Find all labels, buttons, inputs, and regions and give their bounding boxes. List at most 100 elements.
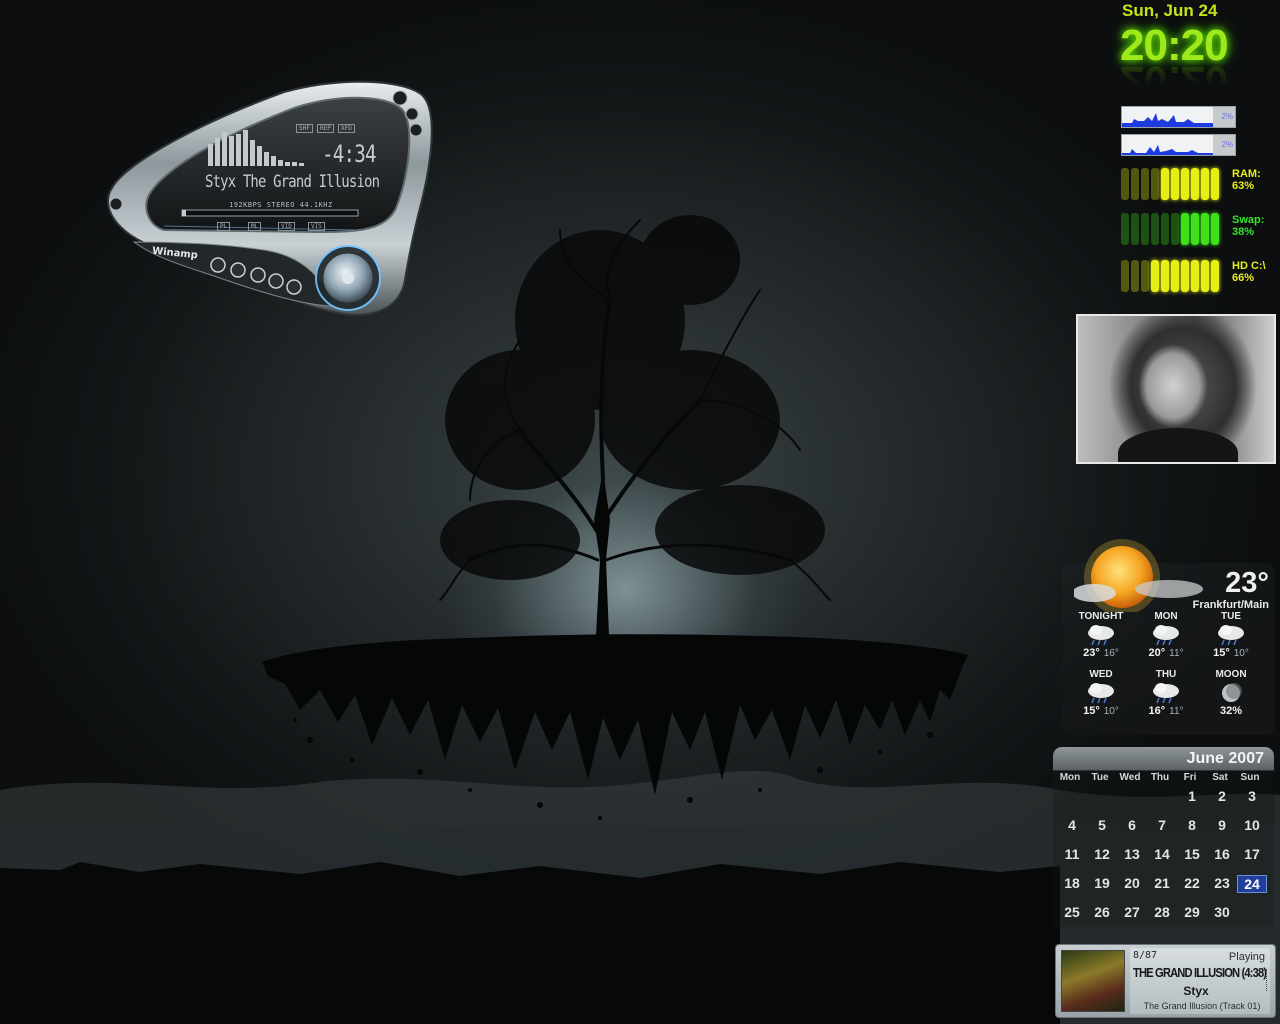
meter-segment — [1191, 213, 1199, 245]
calendar-day[interactable]: 11 — [1057, 846, 1087, 862]
cpu-percent-2: 2% — [1213, 135, 1235, 155]
weekday-header: Mon — [1059, 772, 1081, 783]
calendar-day[interactable]: 1 — [1177, 788, 1207, 804]
calendar-day[interactable]: 29 — [1177, 904, 1207, 920]
video-button[interactable]: VID — [278, 222, 295, 231]
volume-knob[interactable] — [323, 253, 373, 303]
meter-segment — [1141, 168, 1149, 200]
now-playing-widget[interactable]: 8/87 Playing THE GRAND ILLUSION (4:38) S… — [1055, 944, 1276, 1018]
calendar-day[interactable]: 8 — [1177, 817, 1207, 833]
visualizer-button[interactable]: VIS — [308, 222, 325, 231]
next-button[interactable] — [287, 280, 301, 294]
calendar-day[interactable]: 30 — [1207, 904, 1237, 920]
meter-segment — [1181, 213, 1189, 245]
now-playing-artist: Styx — [1183, 984, 1209, 998]
repeat-toggle[interactable]: REP — [317, 124, 334, 133]
forecast-high: 32% — [1219, 705, 1243, 717]
scroll-handle[interactable] — [1266, 969, 1272, 991]
meter-segment — [1141, 260, 1149, 292]
weekday-header: Sun — [1240, 772, 1260, 783]
calendar-day-today[interactable]: 24 — [1237, 875, 1267, 893]
calendar-day[interactable]: 25 — [1057, 904, 1087, 920]
ram-meter — [1121, 168, 1229, 200]
previous-button[interactable] — [211, 258, 225, 272]
rain-cloud-icon — [1086, 623, 1116, 647]
playlist-button[interactable]: PL — [217, 222, 231, 231]
calendar-day[interactable]: 5 — [1087, 817, 1117, 833]
crossfade-toggle[interactable]: XFD — [338, 124, 355, 133]
forecast-day: TONIGHT — [1078, 611, 1124, 622]
meter-segment — [1151, 168, 1159, 200]
calendar-day[interactable]: 12 — [1087, 846, 1117, 862]
meter-segment — [1201, 260, 1209, 292]
calendar-day[interactable]: 18 — [1057, 875, 1087, 891]
ram-label: RAM: — [1232, 168, 1261, 180]
cpu-percent-1: 2% — [1213, 107, 1235, 127]
play-button[interactable] — [231, 263, 245, 277]
calendar-day[interactable]: 17 — [1237, 846, 1267, 862]
forecast-moon: MOON 32% — [1200, 669, 1262, 717]
forecast-temps: 16° 11° — [1135, 705, 1197, 717]
sun-cloud-icon — [1074, 539, 1203, 612]
meter-segment — [1181, 260, 1189, 292]
ram-value: 63% — [1232, 180, 1255, 192]
calendar-day[interactable]: 28 — [1147, 904, 1177, 920]
calendar-day[interactable]: 3 — [1237, 788, 1267, 804]
calendar-day[interactable]: 23 — [1207, 875, 1237, 891]
calendar-day[interactable]: 16 — [1207, 846, 1237, 862]
seek-bar[interactable] — [182, 208, 358, 218]
calendar-day[interactable]: 7 — [1147, 817, 1177, 833]
weather-widget[interactable]: 23° Frankfurt/Main TONIGHT 23° 16° MON 20° 11… — [1062, 539, 1275, 735]
winamp-track-title: Styx The Grand Illusion — [205, 172, 380, 192]
calendar-day[interactable]: 22 — [1177, 875, 1207, 891]
calendar-day[interactable]: 26 — [1087, 904, 1117, 920]
meter-segment — [1121, 260, 1129, 292]
meter-segment — [1151, 213, 1159, 245]
calendar-day[interactable]: 13 — [1117, 846, 1147, 862]
forecast-day: WED — [1089, 669, 1113, 680]
meter-segment — [1211, 213, 1219, 245]
moon-icon — [1216, 681, 1246, 705]
shuffle-toggle[interactable]: SHF — [296, 124, 313, 133]
calendar-day[interactable]: 2 — [1207, 788, 1237, 804]
meter-segment — [1131, 168, 1139, 200]
calendar-day[interactable]: 19 — [1087, 875, 1117, 891]
ram-meter-label: RAM: 63% — [1232, 168, 1261, 192]
calendar-month[interactable]: June 2007 — [1187, 750, 1264, 768]
cpu-graph-1: 2% — [1121, 106, 1236, 128]
forecast-mon: MON 20° 11° — [1135, 611, 1197, 659]
now-playing-title: THE GRAND ILLUSION (4:38) — [1133, 965, 1267, 980]
forecast-temps: 15° 10° — [1200, 647, 1262, 659]
media-library-button[interactable]: ML — [248, 222, 262, 231]
forecast-high: 23° — [1083, 647, 1100, 659]
meter-segment — [1171, 168, 1179, 200]
calendar-day[interactable]: 9 — [1207, 817, 1237, 833]
stop-button[interactable] — [269, 274, 283, 288]
disk-meter-label: HD C:\ 66% — [1232, 260, 1266, 284]
calendar-day[interactable]: 14 — [1147, 846, 1177, 862]
album-art[interactable] — [1061, 950, 1125, 1012]
calendar-day[interactable]: 4 — [1057, 817, 1087, 833]
calendar-day[interactable]: 15 — [1177, 846, 1207, 862]
forecast-day: MOON — [1215, 669, 1247, 680]
pause-button[interactable] — [251, 268, 265, 282]
winamp-time-display[interactable]: -4:34 — [322, 140, 377, 168]
photo-frame-widget[interactable] — [1076, 314, 1276, 464]
meter-segment — [1211, 260, 1219, 292]
forecast-temps: 20° 11° — [1135, 647, 1197, 659]
meter-segment — [1161, 260, 1169, 292]
calendar-day[interactable]: 20 — [1117, 875, 1147, 891]
forecast-wed: WED 15° 10° — [1070, 669, 1132, 717]
meter-segment — [1171, 213, 1179, 245]
calendar-day[interactable]: 10 — [1237, 817, 1267, 833]
calendar-day[interactable]: 21 — [1147, 875, 1177, 891]
winamp-player[interactable]: Styx The Grand Illusion -4:34 192KBPS ST… — [104, 80, 434, 320]
forecast-high: 15° — [1213, 647, 1230, 659]
calendar-day[interactable]: 27 — [1117, 904, 1147, 920]
calendar-widget[interactable]: June 2007 Mon Tue Wed Thu Fri Sat Sun 1 2 3 4 5 6 7 8 9… — [1053, 747, 1274, 927]
calendar-day[interactable]: 6 — [1117, 817, 1147, 833]
meter-segment — [1121, 213, 1129, 245]
rain-cloud-icon — [1216, 623, 1246, 647]
forecast-low: 10° — [1103, 706, 1119, 717]
cpu-graph-plot — [1122, 107, 1214, 127]
